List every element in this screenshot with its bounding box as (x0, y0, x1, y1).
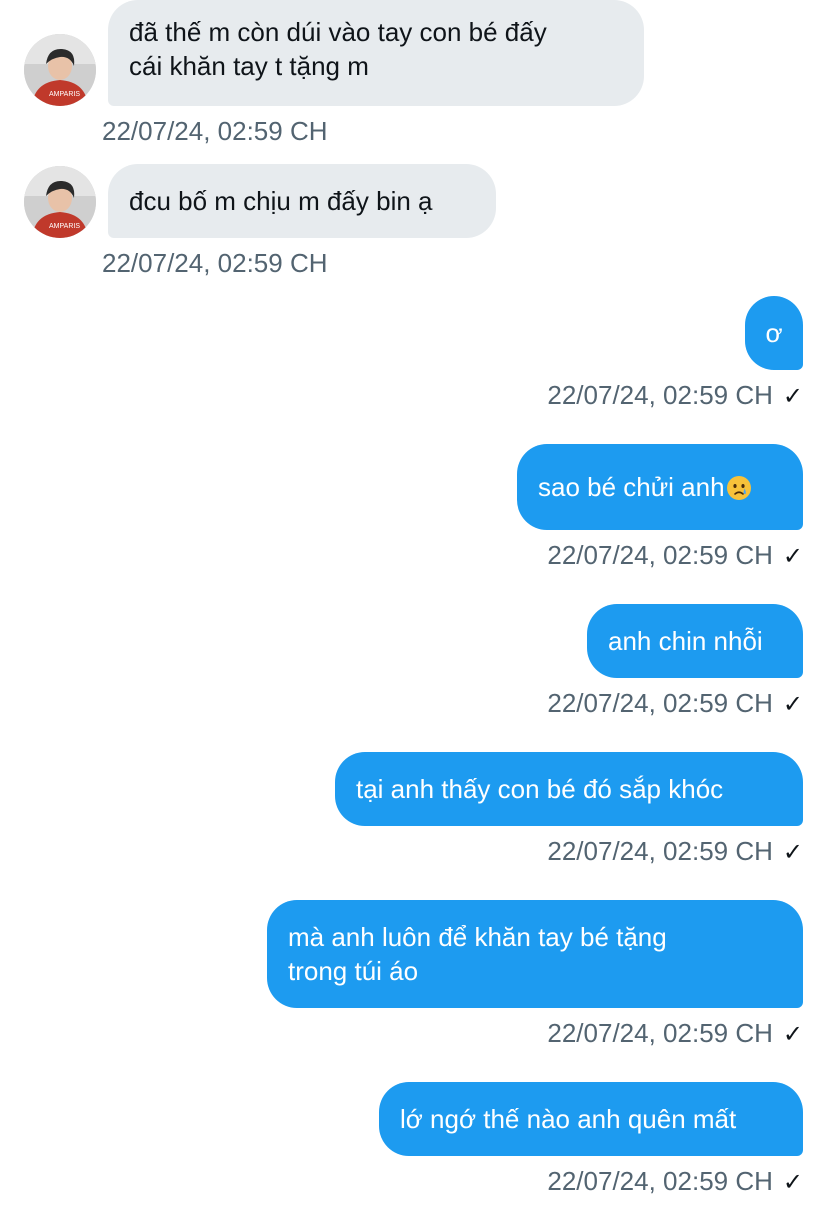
message-text-line: đã thế m còn dúi vào tay con bé đấy (129, 17, 547, 47)
sender-avatar[interactable]: AMPARIS (24, 166, 96, 238)
sender-avatar[interactable]: AMPARIS (24, 34, 96, 106)
message-text-line: mà anh luôn để khăn tay bé tặng (288, 922, 667, 952)
message-text: ơ (765, 318, 783, 348)
message-bubble-outgoing[interactable]: ơ (745, 296, 803, 370)
crying-face-emoji (726, 476, 751, 500)
message-bubble-outgoing[interactable]: tại anh thấy con bé đó sắp khóc (335, 752, 803, 826)
message-bubble-outgoing[interactable]: sao bé chửi anh (517, 444, 803, 530)
avatar-image: AMPARIS (24, 166, 96, 238)
message-bubble-outgoing[interactable]: anh chin nhỗi (587, 604, 803, 678)
message-text: tại anh thấy con bé đó sắp khóc (356, 774, 724, 804)
message-text: sao bé chửi anh (538, 472, 725, 502)
svg-text:AMPARIS: AMPARIS (49, 91, 80, 98)
read-check-icon: ✓ (782, 839, 803, 866)
message-timestamp-row: 22/07/24, 02:59 CH ✓ (547, 539, 803, 573)
message-text: lớ ngớ thế nào anh quên mất (400, 1104, 737, 1134)
message-text: đcu bố m chịu m đấy bin ạ (129, 186, 433, 216)
read-check-icon: ✓ (782, 691, 803, 718)
message-bubble-incoming[interactable]: đã thế m còn dúi vào tay con bé đấy cái … (108, 0, 644, 106)
message-timestamp: 22/07/24, 02:59 CH (547, 540, 773, 570)
message-timestamp: 22/07/24, 02:59 CH (547, 1166, 773, 1196)
read-check-icon: ✓ (782, 543, 803, 570)
read-check-icon: ✓ (782, 1169, 803, 1196)
message-timestamp: 22/07/24, 02:59 CH (547, 688, 773, 718)
message-bubble-outgoing[interactable]: mà anh luôn để khăn tay bé tặng trong tú… (267, 900, 803, 1008)
message-timestamp: 22/07/24, 02:59 CH (547, 380, 773, 410)
message-timestamp-row: 22/07/24, 02:59 CH ✓ (547, 1165, 803, 1199)
message-timestamp-row: 22/07/24, 02:59 CH ✓ (547, 379, 803, 413)
message-timestamp: 22/07/24, 02:59 CH (102, 248, 328, 278)
svg-text:AMPARIS: AMPARIS (49, 223, 80, 230)
message-bubble-incoming[interactable]: đcu bố m chịu m đấy bin ạ (108, 164, 496, 238)
message-timestamp-row: 22/07/24, 02:59 CH ✓ (547, 835, 803, 869)
message-text: anh chin nhỗi (608, 626, 763, 656)
message-timestamp-row: 22/07/24, 02:59 CH ✓ (547, 687, 803, 721)
message-bubble-outgoing[interactable]: lớ ngớ thế nào anh quên mất (379, 1082, 803, 1156)
message-timestamp: 22/07/24, 02:59 CH (102, 116, 328, 146)
avatar-image: AMPARIS (24, 34, 96, 106)
read-check-icon: ✓ (782, 1021, 803, 1048)
message-timestamp-row: 22/07/24, 02:59 CH ✓ (547, 1017, 803, 1051)
message-text-line: cái khăn tay t tặng m (129, 51, 369, 81)
message-timestamp: 22/07/24, 02:59 CH (547, 836, 773, 866)
read-check-icon: ✓ (782, 383, 803, 410)
message-timestamp: 22/07/24, 02:59 CH (547, 1018, 773, 1048)
message-text-line: trong túi áo (288, 956, 419, 986)
